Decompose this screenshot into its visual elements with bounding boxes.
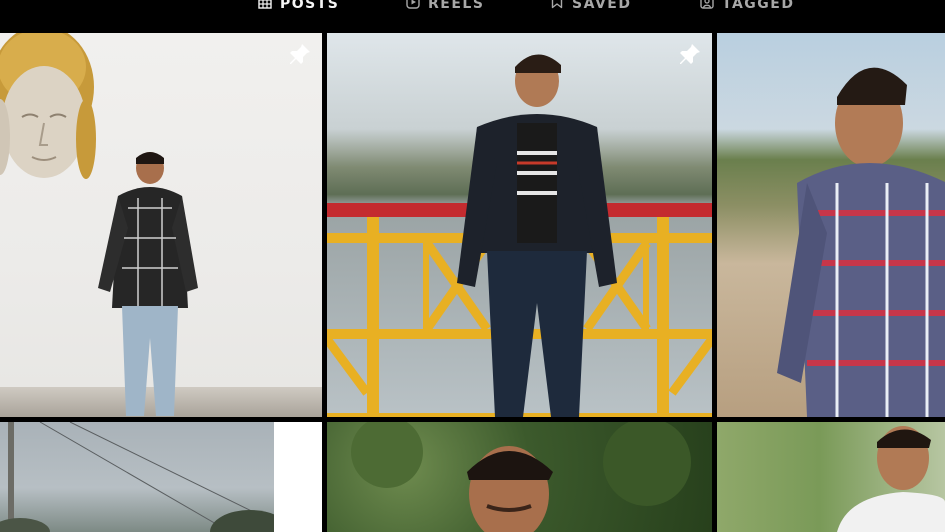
profile-tabs: POSTS REELS SAVED TAGGED [0, 0, 945, 33]
tab-saved[interactable]: SAVED [550, 0, 632, 14]
post-thumbnail[interactable] [717, 33, 945, 417]
tab-tagged[interactable]: TAGGED [700, 0, 794, 14]
pin-icon [678, 43, 702, 67]
post-thumbnail[interactable] [0, 422, 322, 532]
tab-posts[interactable]: POSTS [258, 0, 339, 14]
post-thumbnail[interactable] [327, 422, 712, 532]
tab-posts-label: POSTS [280, 0, 340, 12]
person-figure [837, 426, 945, 532]
bookmark-icon [550, 0, 564, 13]
tagged-icon [700, 0, 714, 13]
reels-icon [406, 0, 420, 13]
tab-saved-label: SAVED [572, 0, 632, 12]
person-figure [98, 152, 198, 416]
post-thumbnail[interactable] [0, 33, 322, 417]
tab-reels[interactable]: REELS [406, 0, 484, 14]
person-figure [777, 67, 945, 417]
post-thumbnail[interactable] [717, 422, 945, 532]
person-figure [351, 422, 691, 532]
tab-reels-label: REELS [428, 0, 485, 12]
carousel-icon [677, 434, 701, 458]
post-thumbnail[interactable] [327, 33, 712, 417]
tab-tagged-label: TAGGED [722, 0, 795, 12]
pin-icon [288, 43, 312, 67]
person-figure [457, 54, 617, 417]
utility-pole [0, 422, 274, 532]
grid-icon [258, 0, 272, 13]
